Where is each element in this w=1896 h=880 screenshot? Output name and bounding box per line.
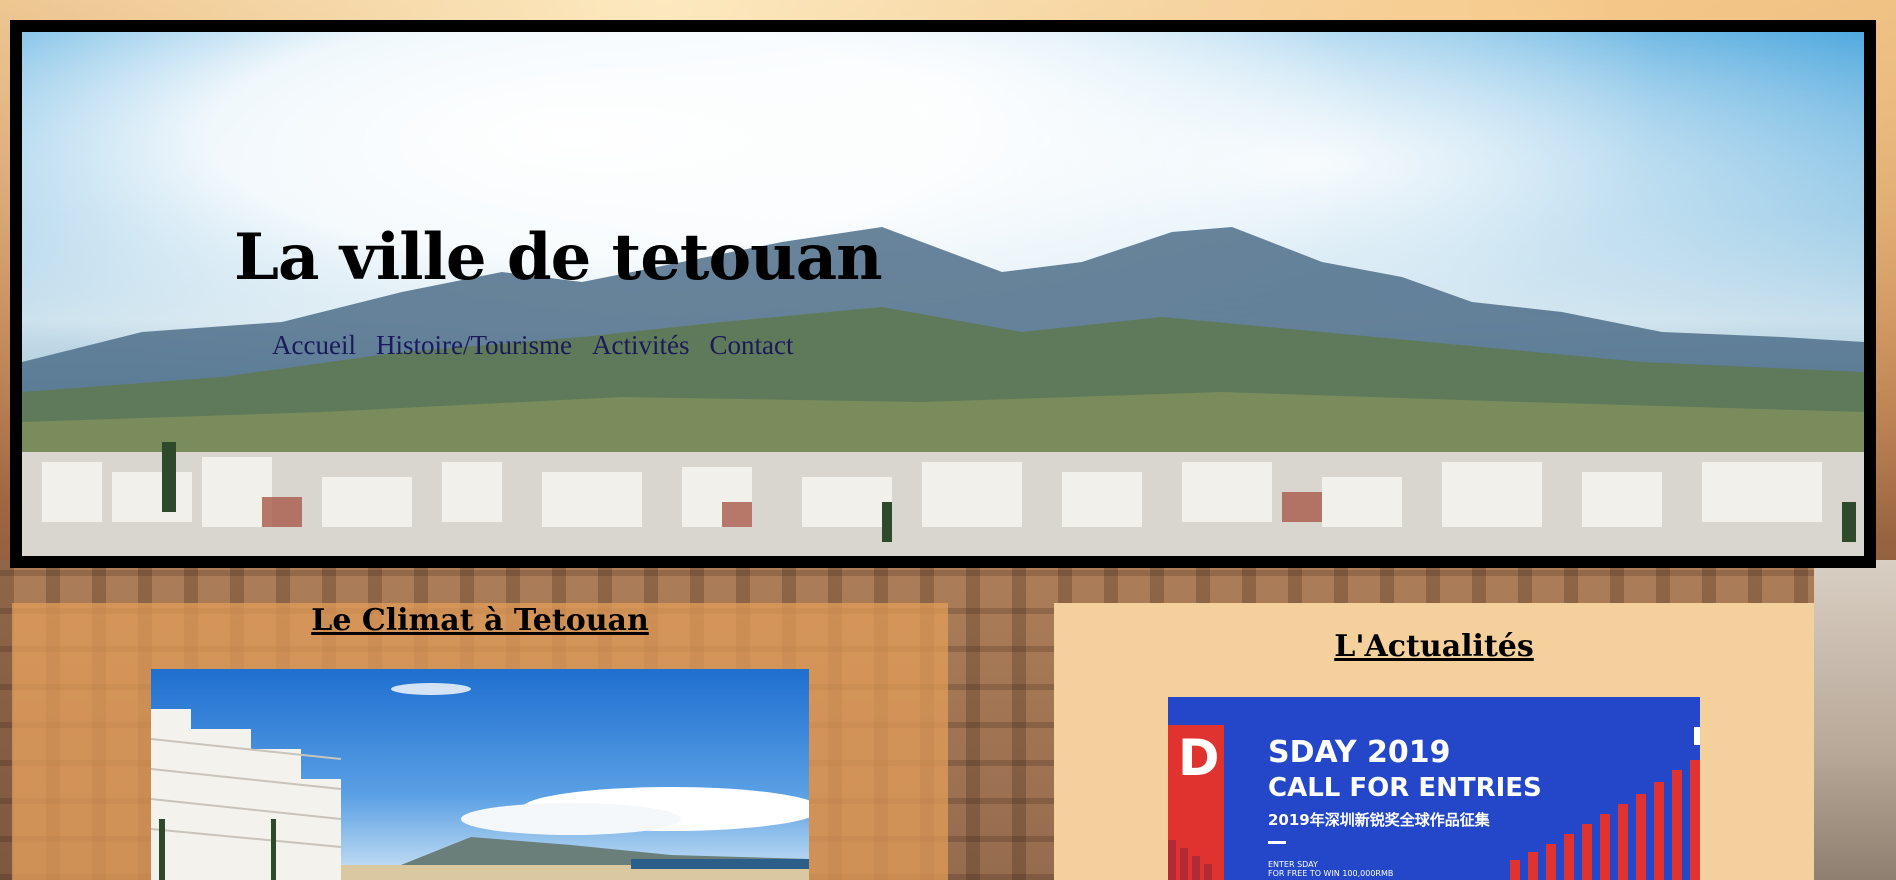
nav-link-contact[interactable]: Contact bbox=[710, 330, 794, 361]
news-section: L'Actualités D SDAY 2019 CALL FOR ENTRIE… bbox=[1054, 603, 1814, 880]
sday-logo-letter: D bbox=[1178, 729, 1220, 787]
banner-headline: SDAY 2019 bbox=[1268, 735, 1451, 770]
background-wall-image bbox=[1814, 560, 1896, 880]
nav-link-histoire-tourisme[interactable]: Histoire/Tourisme bbox=[376, 330, 572, 361]
sday-banner-image[interactable]: D SDAY 2019 CALL FOR ENTRIES 2019年深圳新锐奖全… bbox=[1168, 697, 1700, 880]
climate-title: Le Climat à Tetouan bbox=[311, 603, 649, 638]
nav-link-activites[interactable]: Activités bbox=[592, 330, 689, 361]
banner-divider bbox=[1268, 841, 1286, 844]
banner-bars-graphic bbox=[1510, 760, 1700, 880]
climate-section: Le Climat à Tetouan bbox=[12, 603, 948, 880]
climate-beach-image bbox=[151, 669, 809, 880]
banner-fine-print: ENTER SDAY FOR FREE TO WIN 100,000RMB bbox=[1268, 860, 1393, 878]
banner-chinese-text: 2019年深圳新锐奖全球作品征集 bbox=[1268, 811, 1490, 829]
header-banner: La ville de tetouan Accueil Histoire/Tou… bbox=[10, 20, 1876, 568]
main-nav: Accueil Histoire/Tourisme Activités Cont… bbox=[272, 330, 794, 361]
banner-fine-print-1: ENTER SDAY bbox=[1268, 860, 1318, 869]
nav-link-accueil[interactable]: Accueil bbox=[272, 330, 356, 361]
banner-left-bars-graphic bbox=[1168, 840, 1212, 880]
climate-beach-graphic bbox=[151, 669, 809, 880]
banner-fine-print-2: FOR FREE TO WIN 100,000RMB bbox=[1268, 869, 1394, 878]
site-title: La ville de tetouan bbox=[234, 220, 883, 295]
news-title: L'Actualités bbox=[1334, 629, 1534, 664]
banner-corner-mark bbox=[1694, 727, 1700, 745]
